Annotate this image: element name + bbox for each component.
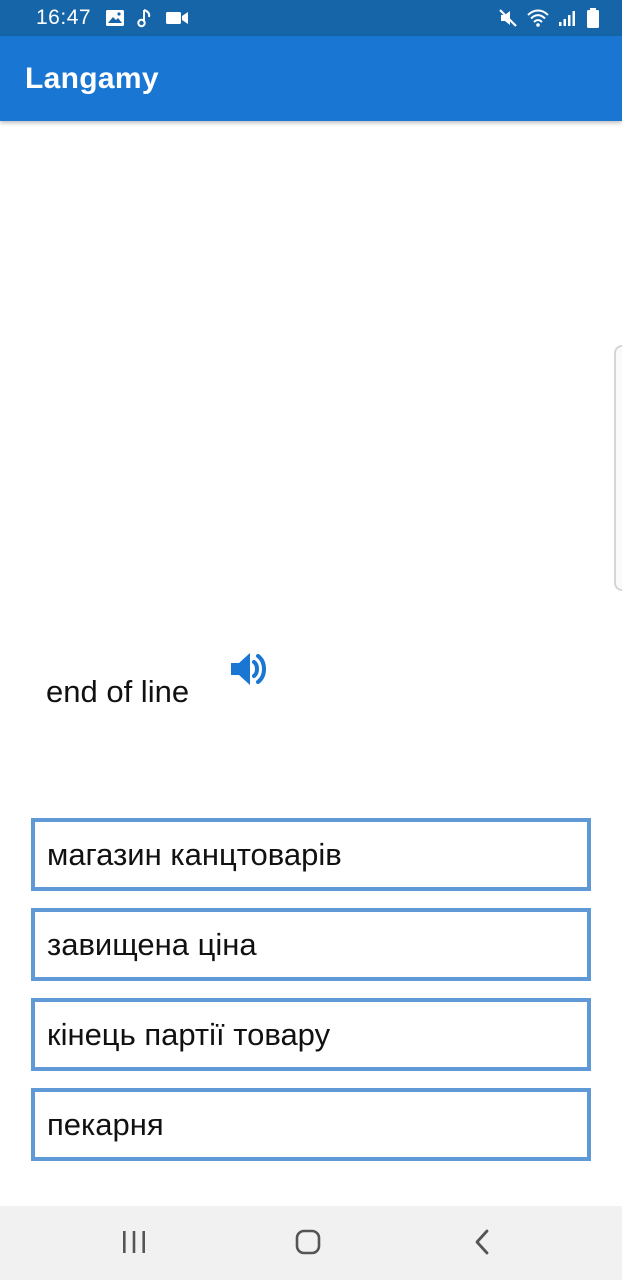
- status-bar: 16:47: [0, 0, 622, 36]
- app-bar: Langamy: [0, 36, 622, 121]
- answer-option-2[interactable]: завищена ціна: [31, 908, 591, 981]
- answer-option-label: пекарня: [47, 1106, 164, 1142]
- home-button[interactable]: [278, 1226, 338, 1262]
- edge-panel-handle[interactable]: [614, 345, 622, 591]
- status-right-icons: [498, 7, 600, 29]
- recent-apps-icon: [120, 1229, 148, 1260]
- mute-icon: [498, 8, 518, 28]
- back-button[interactable]: [452, 1226, 512, 1262]
- signal-icon: [558, 9, 578, 27]
- speaker-icon: [228, 648, 270, 695]
- battery-icon: [586, 7, 600, 29]
- app-title: Langamy: [25, 61, 159, 95]
- quiz-word: end of line: [46, 674, 190, 709]
- video-camera-icon: [165, 10, 189, 26]
- answer-option-label: кінець партії товару: [47, 1016, 331, 1052]
- status-time: 16:47: [36, 6, 92, 29]
- wifi-icon: [526, 8, 550, 28]
- answer-option-3[interactable]: кінець партії товару: [31, 998, 591, 1071]
- image-icon: [105, 9, 125, 27]
- answer-option-1[interactable]: магазин канцтоварів: [31, 818, 591, 891]
- quiz-word-row: end of line: [46, 648, 346, 728]
- answer-option-label: магазин канцтоварів: [47, 836, 342, 872]
- status-left-icons: [105, 8, 189, 28]
- music-note-icon: [137, 8, 153, 28]
- back-icon: [472, 1228, 492, 1261]
- answer-option-4[interactable]: пекарня: [31, 1088, 591, 1161]
- screen: 16:47 Langamy end of line магазин канцто…: [0, 0, 622, 1280]
- speaker-button[interactable]: [226, 648, 272, 694]
- recent-apps-button[interactable]: [104, 1226, 164, 1262]
- home-icon: [294, 1228, 322, 1261]
- system-nav-bar: [0, 1206, 622, 1280]
- answer-option-label: завищена ціна: [47, 926, 257, 962]
